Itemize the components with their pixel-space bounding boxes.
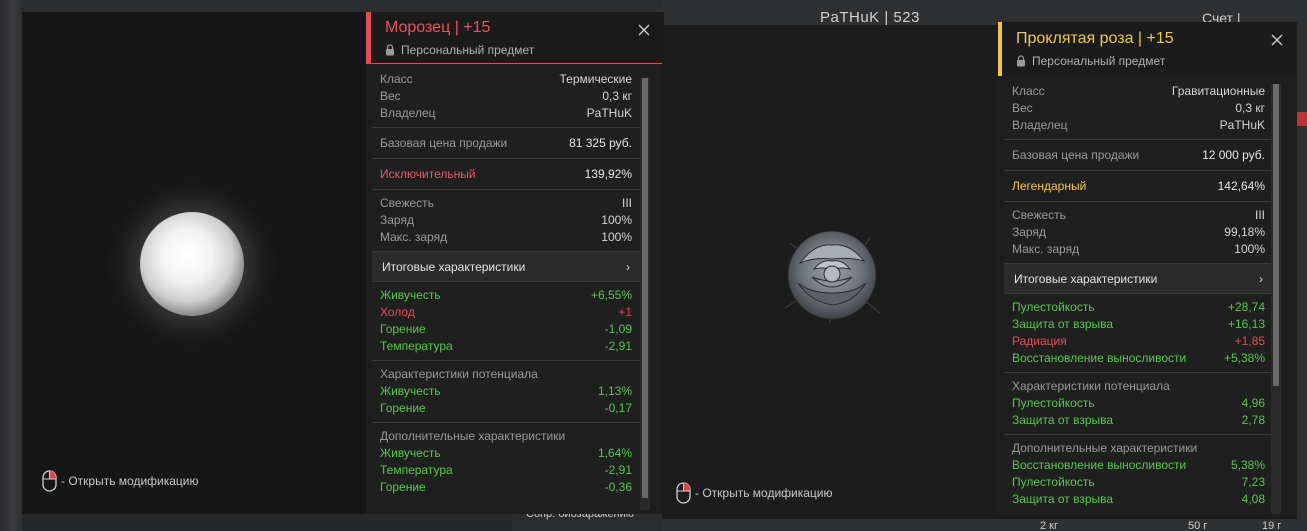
info-section: Класс Термические Вес 0,3 кг Владелец PaTHu… xyxy=(372,66,640,128)
stat-row: Горение -0,36 xyxy=(380,480,632,494)
info-row: Класс Термические xyxy=(380,72,632,86)
lock-icon xyxy=(386,44,394,56)
scrollbar-thumb[interactable] xyxy=(1273,84,1279,386)
chevron-right-icon: › xyxy=(626,260,630,274)
background-badge xyxy=(1296,112,1307,126)
glowing-orb-icon xyxy=(140,212,244,316)
player-name: PaTHuK | 523 xyxy=(820,9,920,26)
item-subtitle: Персональный предмет xyxy=(1016,54,1297,68)
stat-row: Температура -2,91 xyxy=(380,463,632,477)
scrollbar-thumb[interactable] xyxy=(642,78,648,498)
stat-row: Пулестойкость 7,23 xyxy=(1012,475,1265,489)
extra-title: Дополнительные характеристики xyxy=(1012,441,1198,455)
info-row: Вес 0,3 кг xyxy=(1012,101,1265,115)
mouse-icon xyxy=(42,470,57,492)
stat-row: Радиация +1,85 xyxy=(1012,334,1265,348)
item-preview-frost[interactable]: - Открыть модификацию xyxy=(22,12,366,514)
open-mods-hint: - Открыть модификацию xyxy=(42,470,199,492)
totals-label: Итоговые характеристики xyxy=(1014,272,1158,286)
stat-row: Живучесть 1,13% xyxy=(380,384,632,398)
stat-row: Защита от взрыва +16,13 xyxy=(1012,317,1265,331)
chevron-right-icon: › xyxy=(1259,272,1263,286)
info-section: Класс Гравитационные Вес 0,3 кг Владелец Pa… xyxy=(1004,78,1273,140)
rarity-row: Исключительный 139,92% xyxy=(380,167,632,181)
close-icon[interactable] xyxy=(638,24,650,36)
stat-row: Горение -0,17 xyxy=(380,401,632,415)
scrollbar[interactable] xyxy=(640,78,650,510)
totals-section: Живучесть +6,55% Холод +1 Горение -1,09 Тем… xyxy=(372,282,640,361)
personal-item-label: Персональный предмет xyxy=(401,43,535,57)
item-preview-rose[interactable]: - Открыть модификацию xyxy=(662,25,998,519)
totals-expander[interactable]: Итоговые характеристики › xyxy=(1004,264,1273,294)
stat-row: Холод +1 xyxy=(380,305,632,319)
state-section: Свежесть III Заряд 99,18% Макс. заряд 100% xyxy=(1004,202,1273,264)
state-row: Заряд 100% xyxy=(380,213,632,227)
open-mods-text: - Открыть модификацию xyxy=(61,474,199,488)
background-weight-1: 2 кг xyxy=(1040,520,1058,531)
extra-section: Дополнительные характеристики Живучесть 1… xyxy=(372,423,640,501)
stone-rose-icon xyxy=(784,230,881,324)
extra-title: Дополнительные характеристики xyxy=(380,429,566,443)
mouse-icon xyxy=(676,482,691,504)
stat-row: Защита от взрыва 4,08 xyxy=(1012,492,1265,506)
stat-row: Живучесть +6,55% xyxy=(380,288,632,302)
item-tooltip-frost: Морозец | +15 Персональный предмет Класс… xyxy=(366,12,664,514)
extra-section: Дополнительные характеристики Восстановл… xyxy=(1004,435,1273,513)
item-subtitle: Персональный предмет xyxy=(385,43,664,57)
rarity-row: Легендарный 142,64% xyxy=(1012,179,1265,193)
stat-row: Восстановление выносливости 5,38% xyxy=(1012,458,1265,472)
rarity-section: Исключительный 139,92% xyxy=(372,159,640,190)
lock-icon xyxy=(1017,55,1025,67)
price-section: Базовая цена продажи 81 325 руб. xyxy=(372,128,640,159)
stat-row: Горение -1,09 xyxy=(380,322,632,336)
item-title: Проклятая роза | +15 xyxy=(1016,30,1174,47)
totals-section: Пулестойкость +28,74 Защита от взрыва +16,… xyxy=(1004,294,1273,373)
personal-item-label: Персональный предмет xyxy=(1032,54,1166,68)
background-top-strip xyxy=(22,0,662,12)
potential-section: Характеристики потенциала Живучесть 1,13%… xyxy=(372,361,640,423)
totals-label: Итоговые характеристики xyxy=(382,260,526,274)
info-row: Владелец PaTHuK xyxy=(1012,118,1265,132)
state-row: Заряд 99,18% xyxy=(1012,225,1265,239)
price-row: Базовая цена продажи 12 000 руб. xyxy=(1012,148,1265,162)
potential-title: Характеристики потенциала xyxy=(1012,379,1170,393)
item-tooltip-rose: Проклятая роза | +15 Персональный предме… xyxy=(998,22,1297,519)
stat-row: Пулестойкость +28,74 xyxy=(1012,300,1265,314)
tooltip-header: Проклятая роза | +15 Персональный предме… xyxy=(998,22,1297,76)
stat-row: Пулестойкость 4,96 xyxy=(1012,396,1265,410)
tooltip-header: Морозец | +15 Персональный предмет xyxy=(366,12,664,64)
price-row: Базовая цена продажи 81 325 руб. xyxy=(380,136,632,150)
price-section: Базовая цена продажи 12 000 руб. xyxy=(1004,140,1273,171)
open-mods-hint: - Открыть модификацию xyxy=(676,482,833,504)
background-bottom-strip xyxy=(22,514,512,531)
background-weight-3: 19 г xyxy=(1262,520,1282,531)
rarity-section: Легендарный 142,64% xyxy=(1004,171,1273,202)
stat-row: Защита от взрыва 2,78 xyxy=(1012,413,1265,427)
item-title: Морозец | +15 xyxy=(385,19,491,36)
state-row: Свежесть III xyxy=(1012,208,1265,222)
state-row: Макс. заряд 100% xyxy=(380,230,632,244)
scrollbar[interactable] xyxy=(1271,84,1281,514)
background-weight-2: 50 г xyxy=(1188,520,1208,531)
stat-row: Живучесть 1,64% xyxy=(380,446,632,460)
background-left-strip xyxy=(0,0,22,531)
state-section: Свежесть III Заряд 100% Макс. заряд 100% xyxy=(372,190,640,252)
open-mods-text: - Открыть модификацию xyxy=(695,486,833,500)
close-icon[interactable] xyxy=(1271,34,1283,46)
tooltip-body: Класс Термические Вес 0,3 кг Владелец PaTHu… xyxy=(372,66,640,501)
tooltip-body: Класс Гравитационные Вес 0,3 кг Владелец Pa… xyxy=(1004,78,1273,513)
potential-section: Характеристики потенциала Пулестойкость 4… xyxy=(1004,373,1273,435)
potential-title: Характеристики потенциала xyxy=(380,367,538,381)
info-row: Класс Гравитационные xyxy=(1012,84,1265,98)
info-row: Вес 0,3 кг xyxy=(380,89,632,103)
info-row: Владелец PaTHuK xyxy=(380,106,632,120)
stat-row: Восстановление выносливости +5,38% xyxy=(1012,351,1265,365)
stat-row: Температура -2,91 xyxy=(380,339,632,353)
totals-expander[interactable]: Итоговые характеристики › xyxy=(372,252,640,282)
state-row: Макс. заряд 100% xyxy=(1012,242,1265,256)
state-row: Свежесть III xyxy=(380,196,632,210)
